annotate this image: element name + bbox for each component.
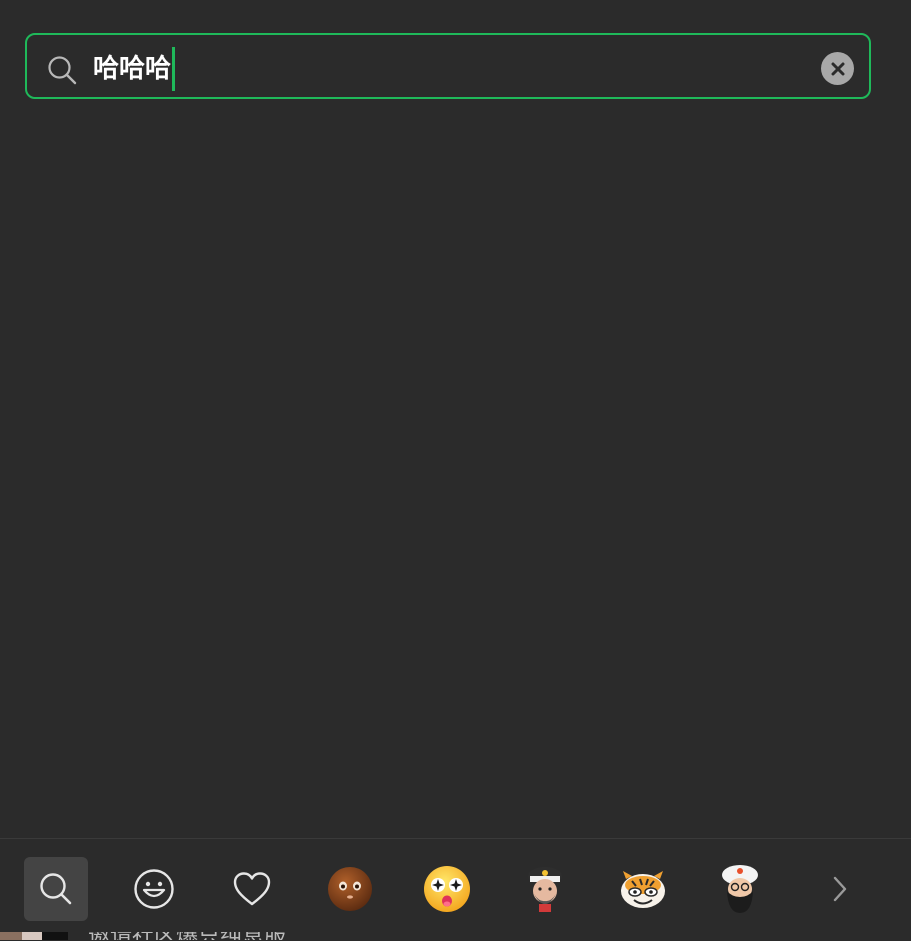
clear-search-button[interactable]: [821, 52, 854, 85]
chef-beard-sticker-icon: [722, 865, 758, 913]
chevron-right-icon: [833, 876, 847, 902]
sticker-panel: 哈哈哈: [0, 0, 911, 941]
close-circle-icon: [831, 62, 844, 75]
chat-thumbnail: [42, 932, 68, 940]
sticker-category-bar: [0, 838, 911, 941]
tab-emoji[interactable]: [122, 857, 186, 921]
tab-sticker-pack-5[interactable]: [708, 857, 772, 921]
starry-eyes-face-sticker-icon: [424, 866, 470, 912]
sticker-search-box[interactable]: 哈哈哈: [25, 33, 871, 99]
search-query-text: 哈哈哈: [93, 54, 172, 84]
heart-icon: [233, 872, 271, 906]
tab-sticker-pack-1[interactable]: [318, 857, 382, 921]
chat-thumbnail: [0, 932, 22, 940]
chat-thumbnail: [22, 932, 42, 940]
text-caret: [172, 47, 176, 91]
tab-sticker-pack-3[interactable]: [513, 857, 577, 921]
search-icon: [40, 873, 72, 905]
tab-sticker-pack-4[interactable]: [611, 857, 675, 921]
brown-face-sticker-icon: [328, 867, 372, 911]
search-results-area: [0, 110, 911, 838]
captain-sticker-icon: [528, 867, 562, 912]
search-input[interactable]: 哈哈哈: [93, 47, 176, 91]
search-icon: [48, 56, 77, 85]
underlying-chat-text: 邀请社区爆只纯息服: [88, 932, 286, 940]
tab-favorites[interactable]: [220, 857, 284, 921]
smiley-icon: [134, 869, 174, 909]
next-sticker-page-button[interactable]: [808, 857, 872, 921]
underlying-chat-strip: 邀请社区爆只纯息服: [0, 932, 911, 940]
tiger-sticker-icon: [621, 871, 665, 908]
tab-sticker-pack-2[interactable]: [415, 857, 479, 921]
tab-search[interactable]: [24, 857, 88, 921]
